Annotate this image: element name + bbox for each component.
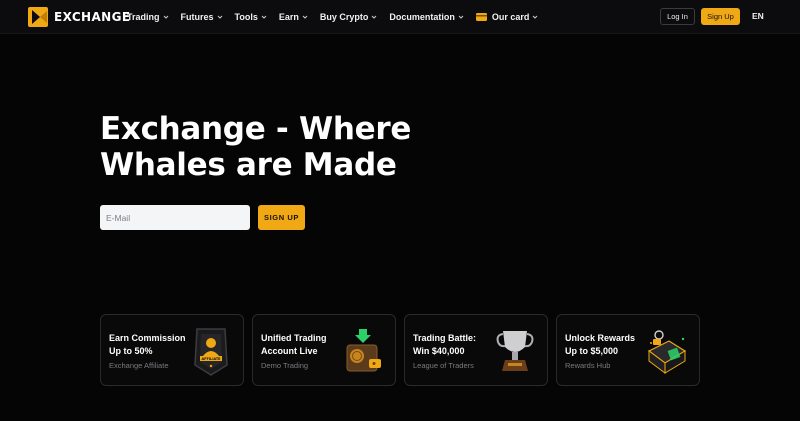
card-title-line-1: Unlock Rewards xyxy=(565,333,636,343)
hero-title-line-2: Whales are Made xyxy=(100,147,397,183)
brand-name: EXCHANGE xyxy=(54,10,131,24)
wallet-icon xyxy=(346,329,381,372)
card-title-line-2: Up to 50% xyxy=(109,346,153,356)
nav-item-label: Trading xyxy=(127,12,160,22)
chevron-down-icon xyxy=(458,15,464,19)
gift-box-icon xyxy=(647,330,687,374)
email-field[interactable] xyxy=(100,205,250,230)
card-title: Earn Commission Up to 50% xyxy=(109,332,193,358)
card-icon xyxy=(475,13,487,21)
chevron-down-icon xyxy=(372,15,377,19)
chevron-down-icon xyxy=(261,15,267,19)
nav-item-trading[interactable]: Trading xyxy=(127,12,169,22)
signup-button[interactable]: Sign Up xyxy=(701,8,740,25)
main-menu: Trading Futures Tools Earn Buy Crypto Do… xyxy=(127,0,550,34)
hero-signup-button[interactable]: SIGN UP xyxy=(258,205,305,230)
nav-item-buy-crypto[interactable]: Buy Crypto xyxy=(320,12,378,22)
nav-item-documentation[interactable]: Documentation xyxy=(389,12,464,22)
nav-item-label: Futures xyxy=(180,12,214,22)
affiliate-badge-icon: AFFILIATE xyxy=(194,328,228,376)
card-subtitle: League of Traders xyxy=(413,361,474,370)
card-subtitle: Demo Trading xyxy=(261,361,309,370)
nav-item-tools[interactable]: Tools xyxy=(235,12,267,22)
card-subtitle: Exchange Affiliate xyxy=(109,361,169,370)
promo-card-trading-battle[interactable]: Trading Battle: Win $40,000 League of Tr… xyxy=(404,314,548,386)
language-selector[interactable]: EN xyxy=(752,11,764,21)
login-button[interactable]: Log In xyxy=(660,8,695,25)
promo-card-rewards[interactable]: Unlock Rewards Up to $5,000 Rewards Hub xyxy=(556,314,700,386)
hero-title: Exchange - Where Whales are Made xyxy=(100,111,430,183)
card-title: Unlock Rewards Up to $5,000 xyxy=(565,332,649,358)
chevron-down-icon xyxy=(533,15,538,19)
chevron-down-icon xyxy=(163,15,168,19)
logo[interactable]: EXCHANGE xyxy=(28,7,130,27)
nav-item-our-card[interactable]: Our card xyxy=(475,12,539,22)
nav-item-label: Tools xyxy=(234,12,258,22)
card-title-line-1: Unified Trading xyxy=(261,333,327,343)
nav-item-label: Documentation xyxy=(389,12,455,22)
card-subtitle: Rewards Hub xyxy=(565,361,611,370)
chevron-down-icon xyxy=(302,15,308,19)
card-title: Trading Battle: Win $40,000 xyxy=(413,332,497,358)
nav-item-label: Our card xyxy=(491,12,530,22)
card-title-line-2: Win $40,000 xyxy=(413,346,465,356)
chevron-down-icon xyxy=(217,15,222,19)
top-navbar: EXCHANGE Trading Futures Tools Earn Buy … xyxy=(0,0,800,34)
card-title: Unified Trading Account Live xyxy=(261,332,345,358)
nav-item-label: Buy Crypto xyxy=(319,12,369,22)
card-title-line-1: Trading Battle: xyxy=(413,333,477,343)
card-title-line-1: Earn Commission xyxy=(109,333,186,343)
card-title-line-2: Up to $5,000 xyxy=(565,346,619,356)
card-title-line-2: Account Live xyxy=(261,346,318,356)
nav-item-earn[interactable]: Earn xyxy=(279,12,308,22)
promo-card-affiliate[interactable]: Earn Commission Up to 50% Exchange Affil… xyxy=(100,314,244,386)
nav-item-futures[interactable]: Futures xyxy=(181,12,223,22)
trophy-icon xyxy=(496,331,534,371)
hero-title-line-1: Exchange - Where xyxy=(100,111,412,147)
logo-icon xyxy=(28,7,48,27)
nav-item-label: Earn xyxy=(278,12,299,22)
badge-text: AFFILIATE xyxy=(202,357,222,361)
promo-card-unified-trading[interactable]: Unified Trading Account Live Demo Tradin… xyxy=(252,314,396,386)
